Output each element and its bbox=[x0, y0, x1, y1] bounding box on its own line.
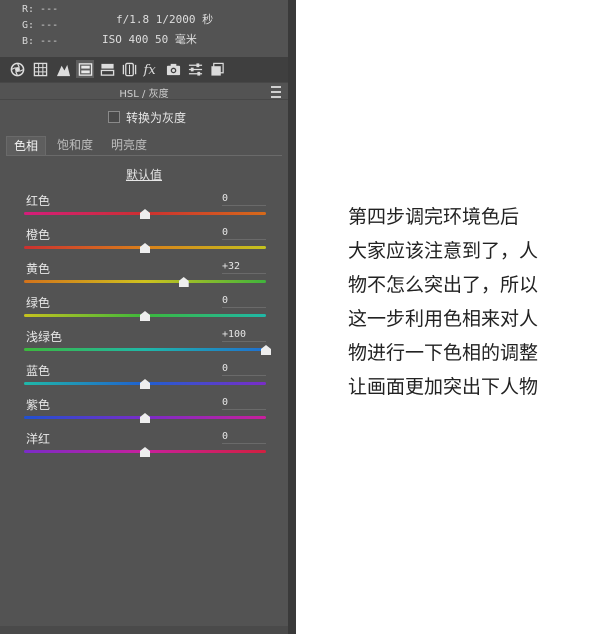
slider-value-red[interactable]: 0 bbox=[222, 193, 266, 206]
slider-label-green: 绿色 bbox=[26, 296, 51, 310]
article-line: 第四步调完环境色后 bbox=[348, 206, 520, 228]
svg-text:fx: fx bbox=[143, 63, 156, 77]
article-text: 第四步调完环境色后 大家应该注意到了，人 物不怎么突出了，所以 这一步利用色相来… bbox=[348, 200, 588, 404]
article-line: 物进行一下色相的调整 bbox=[348, 342, 539, 364]
tab-saturation[interactable]: 饱和度 bbox=[48, 136, 102, 155]
default-link[interactable]: 默认值 bbox=[0, 166, 288, 183]
slider-value-purple[interactable]: 0 bbox=[222, 397, 266, 410]
lens-icon[interactable] bbox=[120, 60, 138, 78]
article-line: 大家应该注意到了，人 bbox=[348, 240, 539, 262]
slider-value-green[interactable]: 0 bbox=[222, 295, 266, 308]
slider-value-aqua[interactable]: +100 bbox=[222, 329, 266, 342]
aperture-shutter-readout: f/1.8 1/2000 秒 bbox=[116, 13, 214, 26]
hsl-panel-header: HSL / 灰度 bbox=[0, 82, 288, 100]
hsl-panel-title: HSL / 灰度 bbox=[119, 89, 169, 100]
slider-label-magenta: 洋红 bbox=[26, 432, 51, 446]
r-readout: R: --- bbox=[22, 4, 59, 15]
slider-track-aqua[interactable] bbox=[24, 348, 266, 351]
slider-label-aqua: 浅绿色 bbox=[26, 330, 63, 344]
slider-value-orange[interactable]: 0 bbox=[222, 227, 266, 240]
aperture-icon[interactable] bbox=[8, 60, 26, 78]
convert-grayscale-row: 转换为灰度 bbox=[0, 106, 288, 128]
panel-toolbar: fx bbox=[0, 57, 288, 82]
slider-label-yellow: 黄色 bbox=[26, 262, 51, 276]
slider-label-red: 红色 bbox=[26, 194, 51, 208]
slider-label-purple: 紫色 bbox=[26, 398, 51, 412]
convert-grayscale-label[interactable]: 转换为灰度 bbox=[126, 109, 186, 126]
g-readout: G: --- bbox=[22, 20, 59, 31]
slider-value-yellow[interactable]: +32 bbox=[222, 261, 266, 274]
tab-hue[interactable]: 色相 bbox=[6, 136, 46, 156]
slider-track-yellow[interactable] bbox=[24, 280, 266, 283]
panel-bottom-bar bbox=[0, 626, 288, 634]
grid-icon[interactable] bbox=[31, 60, 49, 78]
tone-curve-icon[interactable] bbox=[54, 60, 72, 78]
tab-divider bbox=[6, 155, 282, 156]
article-line: 物不怎么突出了，所以 bbox=[348, 274, 539, 296]
slider-label-orange: 橙色 bbox=[26, 228, 51, 242]
convert-grayscale-checkbox[interactable] bbox=[108, 111, 120, 123]
fx-icon[interactable]: fx bbox=[142, 60, 160, 78]
sliders-icon[interactable] bbox=[186, 60, 204, 78]
iso-focal-readout: ISO 400 50 毫米 bbox=[102, 33, 197, 46]
presets-icon[interactable] bbox=[208, 60, 226, 78]
camera-icon[interactable] bbox=[164, 60, 182, 78]
split-toning-icon[interactable] bbox=[98, 60, 116, 78]
slider-value-blue[interactable]: 0 bbox=[222, 363, 266, 376]
tab-luminance[interactable]: 明亮度 bbox=[105, 136, 153, 155]
slider-label-blue: 蓝色 bbox=[26, 364, 51, 378]
article-line: 这一步利用色相来对人 bbox=[348, 308, 539, 330]
slider-value-magenta[interactable]: 0 bbox=[222, 431, 266, 444]
panel-scrollbar[interactable] bbox=[288, 0, 296, 634]
adjustment-panel: R: --- G: --- B: --- f/1.8 1/2000 秒 ISO … bbox=[0, 0, 288, 634]
b-readout: B: --- bbox=[22, 36, 59, 47]
panel-menu-icon[interactable] bbox=[271, 86, 281, 98]
hsl-icon[interactable] bbox=[76, 60, 94, 78]
article-line: 让画面更加突出下人物 bbox=[348, 376, 539, 398]
